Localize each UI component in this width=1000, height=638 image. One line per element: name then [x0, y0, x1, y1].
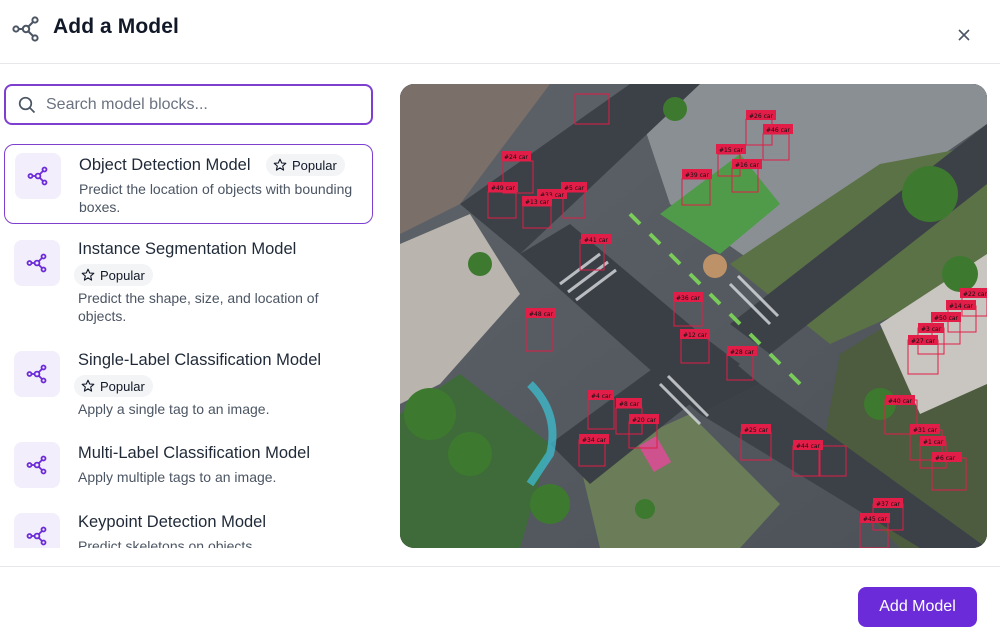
svg-text:#41 car: #41 car: [584, 237, 609, 244]
model-item-keypoint-detection[interactable]: Keypoint Detection Model Predict skeleto…: [4, 510, 373, 548]
badge-label: Popular: [100, 267, 145, 283]
svg-text:#12 car: #12 car: [683, 332, 708, 339]
model-item-multi-label-classification[interactable]: Multi-Label Classification Model Apply m…: [4, 440, 373, 500]
svg-text:#40 car: #40 car: [888, 398, 913, 405]
svg-text:#13 car: #13 car: [525, 199, 550, 206]
close-icon[interactable]: [958, 29, 970, 41]
dialog-footer: Add Model: [0, 566, 1000, 638]
aerial-intersection-image: #24 car #49 car #33 car #5 car #13 car #…: [400, 84, 987, 548]
search-icon: [18, 96, 36, 114]
svg-text:#5 car: #5 car: [564, 185, 585, 192]
svg-text:#39 car: #39 car: [685, 172, 710, 179]
svg-text:#48 car: #48 car: [529, 311, 554, 318]
svg-text:#20 car: #20 car: [632, 417, 657, 424]
svg-text:#46 car: #46 car: [766, 127, 791, 134]
svg-text:#44 car: #44 car: [796, 443, 821, 450]
popular-badge: Popular: [74, 264, 153, 286]
star-icon: [273, 158, 287, 171]
svg-text:#50 car: #50 car: [934, 315, 959, 322]
model-icon: [14, 513, 60, 548]
model-list: Object Detection Model Popular Predict t…: [4, 142, 374, 548]
svg-text:#49 car: #49 car: [491, 185, 516, 192]
svg-text:#8 car: #8 car: [619, 401, 640, 408]
dialog-header: Add a Model: [0, 0, 1000, 64]
model-icon: [14, 442, 60, 488]
model-item-object-detection[interactable]: Object Detection Model Popular Predict t…: [4, 144, 373, 224]
popular-badge: Popular: [74, 375, 153, 397]
svg-text:#15 car: #15 car: [719, 147, 744, 154]
model-item-single-label-classification[interactable]: Single-Label Classification Model Popula…: [4, 348, 373, 428]
add-model-button[interactable]: Add Model: [858, 587, 977, 627]
star-icon: [81, 379, 95, 392]
svg-text:#28 car: #28 car: [730, 349, 755, 356]
model-title: Object Detection Model: [79, 156, 251, 174]
search-input[interactable]: [46, 94, 356, 116]
svg-text:#24 car: #24 car: [504, 154, 529, 161]
model-icon: [15, 153, 61, 199]
model-title: Multi-Label Classification Model: [78, 444, 311, 462]
model-title: Instance Segmentation Model: [78, 240, 297, 258]
svg-text:#3 car: #3 car: [921, 326, 942, 333]
model-description: Apply a single tag to an image.: [78, 401, 270, 417]
svg-text:#34 car: #34 car: [582, 437, 607, 444]
svg-text:#14 car: #14 car: [949, 303, 974, 310]
svg-text:#36 car: #36 car: [676, 295, 701, 302]
model-description: Apply multiple tags to an image.: [78, 469, 277, 485]
model-description: Predict the shape, size, and location of…: [78, 290, 319, 324]
model-description: Predict skeletons on objects.: [78, 538, 257, 548]
svg-text:#22 car: #22 car: [963, 291, 987, 298]
model-graph-icon: [12, 16, 39, 42]
model-icon: [14, 351, 60, 397]
close-button[interactable]: [952, 23, 976, 47]
model-list-panel: Object Detection Model Popular Predict t…: [0, 64, 384, 550]
preview-image: #24 car #49 car #33 car #5 car #13 car #…: [400, 84, 987, 548]
svg-text:#37 car: #37 car: [876, 501, 901, 508]
dialog-title: Add a Model: [53, 15, 179, 38]
model-title: Single-Label Classification Model: [78, 351, 322, 369]
search-box[interactable]: [4, 84, 373, 125]
star-icon: [81, 268, 95, 281]
model-description: Predict the location of objects with bou…: [79, 181, 353, 215]
svg-text:#26 car: #26 car: [749, 113, 774, 120]
badge-label: Popular: [100, 378, 145, 394]
model-title: Keypoint Detection Model: [78, 513, 267, 531]
popular-badge: Popular: [266, 154, 345, 176]
svg-text:#1 car: #1 car: [923, 439, 944, 446]
svg-text:#6 car: #6 car: [935, 455, 956, 462]
model-item-instance-segmentation[interactable]: Instance Segmentation Model Popular Pred…: [4, 236, 373, 336]
badge-label: Popular: [292, 157, 337, 173]
model-icon: [14, 240, 60, 286]
svg-text:#4 car: #4 car: [591, 393, 612, 400]
svg-text:#31 car: #31 car: [913, 427, 938, 434]
svg-text:#27 car: #27 car: [911, 338, 936, 345]
svg-text:#16 car: #16 car: [735, 162, 760, 169]
svg-text:#25 car: #25 car: [744, 427, 769, 434]
svg-text:#45 car: #45 car: [863, 516, 888, 523]
